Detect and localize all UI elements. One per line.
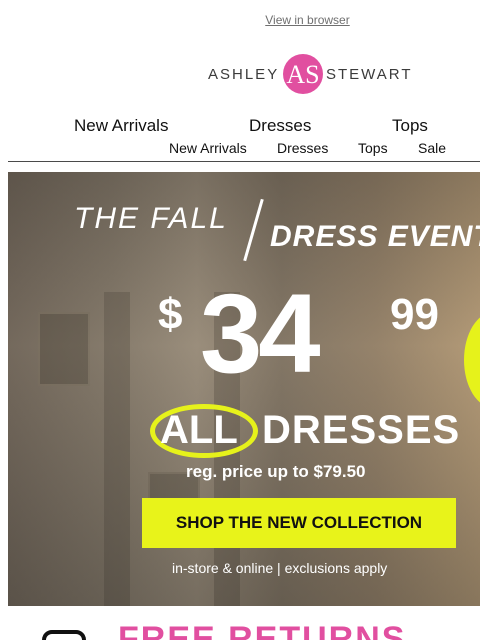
logo-monogram-icon: AS	[283, 54, 323, 94]
hero-fine-print: in-store & online | exclusions apply	[172, 560, 388, 576]
subnav-sale[interactable]: Sale	[418, 140, 446, 156]
return-arrow-icon	[42, 630, 86, 640]
logo-text-right: STEWART	[326, 66, 413, 83]
price-currency: $	[158, 290, 183, 339]
view-in-browser-link[interactable]: View in browser	[265, 13, 349, 27]
nav-tops[interactable]: Tops	[392, 116, 428, 136]
free-returns-banner[interactable]: FREE RETURNS	[8, 612, 480, 640]
shop-collection-button[interactable]: SHOP THE NEW COLLECTION	[142, 498, 456, 548]
svg-text:AS: AS	[286, 60, 319, 89]
hero-title-part2: DRESS EVENT	[270, 220, 480, 253]
nav-dresses[interactable]: Dresses	[249, 116, 311, 136]
brand-logo[interactable]: ASHLEY AS STEWART	[206, 52, 412, 96]
hero-all-text: ALL	[160, 408, 238, 452]
price-main: 34	[200, 271, 321, 396]
subnav-dresses[interactable]: Dresses	[277, 140, 328, 156]
logo-text-left: ASHLEY	[208, 66, 280, 83]
nav-divider	[8, 161, 480, 162]
price-cents: 99	[390, 290, 439, 339]
view-in-browser-bar: View in browser	[0, 13, 480, 27]
nav-new-arrivals[interactable]: New Arrivals	[74, 116, 168, 136]
hero-title-part1: THE FALL	[74, 202, 228, 235]
subnav-new-arrivals[interactable]: New Arrivals	[169, 140, 247, 156]
hero-banner[interactable]: THE FALL DRESS EVENT $ 34 99 ALL DRESSES…	[8, 172, 480, 606]
free-returns-text: FREE RETURNS	[118, 620, 407, 640]
subnav-tops[interactable]: Tops	[358, 140, 388, 156]
regular-price-text: reg. price up to $79.50	[186, 462, 366, 481]
hero-dresses-text: DRESSES	[262, 408, 461, 452]
